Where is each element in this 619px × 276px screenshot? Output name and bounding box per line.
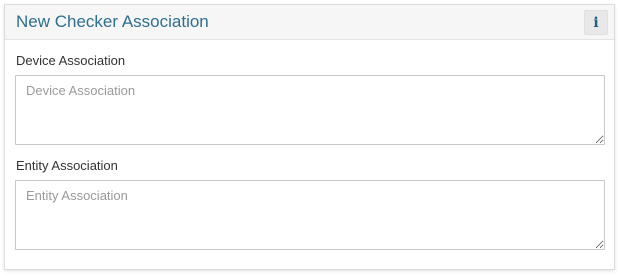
- info-button[interactable]: i: [584, 10, 608, 35]
- device-association-label: Device Association: [16, 53, 126, 68]
- entity-association-input[interactable]: [15, 180, 605, 250]
- panel-header: New Checker Association i: [5, 5, 614, 40]
- checker-association-panel: New Checker Association i Device Associa…: [4, 4, 615, 270]
- device-association-input[interactable]: [15, 75, 605, 145]
- panel-title: New Checker Association: [16, 12, 209, 31]
- info-icon: i: [593, 14, 599, 31]
- entity-association-label: Entity Association: [16, 158, 118, 173]
